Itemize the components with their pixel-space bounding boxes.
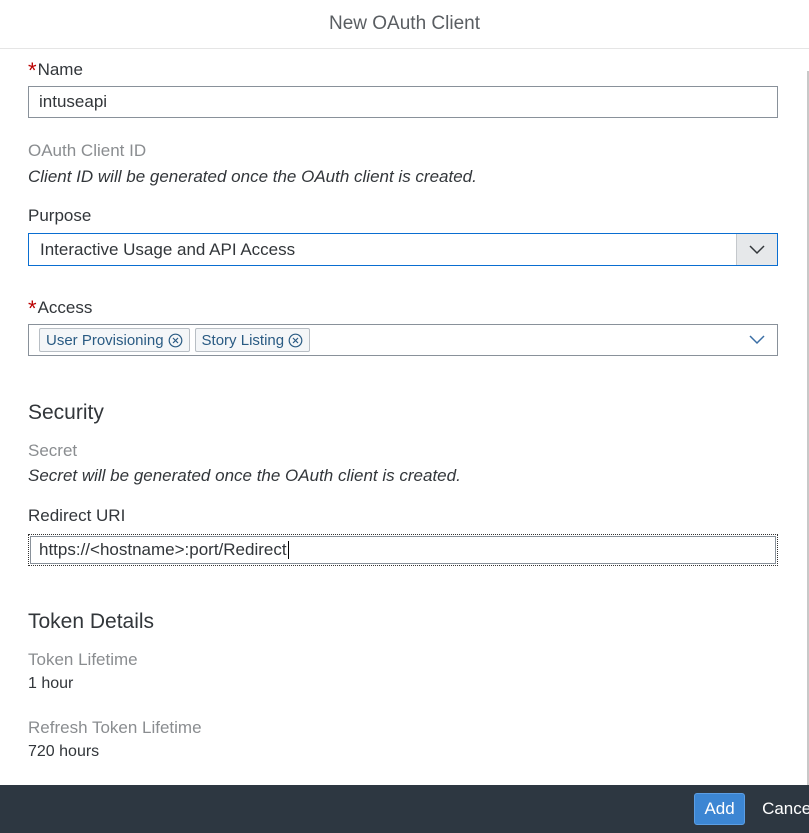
redirect-uri-input[interactable]: https://<hostname>:port/Redirect — [28, 534, 778, 566]
refresh-token-lifetime-label: Refresh Token Lifetime — [28, 718, 202, 737]
security-section-title: Security — [28, 401, 104, 424]
name-input-value: intuseapi — [39, 92, 108, 111]
secret-info: Secret will be generated once the OAuth … — [28, 466, 461, 485]
access-token[interactable]: User Provisioning — [39, 328, 190, 352]
dialog-title: New OAuth Client — [328, 13, 480, 34]
close-circle-icon[interactable] — [168, 333, 183, 348]
access-multicombo[interactable]: User Provisioning Story Listing — [28, 324, 778, 356]
token-label: Story Listing — [201, 331, 285, 349]
purpose-label: Purpose — [28, 206, 92, 225]
add-button[interactable]: Add — [694, 793, 746, 825]
client-id-label: OAuth Client ID — [28, 141, 147, 160]
purpose-select[interactable]: Interactive Usage and API Access — [28, 233, 778, 266]
token-lifetime-value: 1 hour — [28, 675, 74, 692]
refresh-token-lifetime-value: 720 hours — [28, 743, 100, 760]
chevron-down-icon[interactable] — [737, 325, 777, 355]
access-token[interactable]: Story Listing — [194, 328, 311, 352]
client-id-info: Client ID will be generated once the OAu… — [28, 167, 477, 186]
required-mark: * — [28, 58, 37, 83]
purpose-selected-value: Interactive Usage and API Access — [40, 239, 296, 259]
text-caret — [287, 541, 289, 559]
close-circle-icon[interactable] — [288, 333, 303, 348]
dialog-header: New OAuth Client — [0, 0, 809, 49]
redirect-uri-value: https://<hostname>:port/Redirect — [39, 540, 287, 559]
required-mark: * — [28, 296, 37, 321]
access-label: *Access — [28, 296, 93, 321]
redirect-uri-label: Redirect URI — [28, 506, 126, 525]
token-label: User Provisioning — [46, 331, 164, 349]
dialog-footer: Add Cancel — [0, 785, 809, 833]
chevron-down-icon[interactable] — [736, 234, 777, 265]
token-lifetime-label: Token Lifetime — [28, 650, 138, 669]
name-label: *Name — [28, 58, 83, 83]
name-input[interactable]: intuseapi — [28, 86, 778, 118]
dialog-content: *Name intuseapi OAuth Client ID Client I… — [0, 49, 809, 785]
cancel-button[interactable]: Cancel — [762, 793, 809, 825]
token-details-section-title: Token Details — [28, 610, 155, 633]
secret-label: Secret — [28, 441, 78, 460]
